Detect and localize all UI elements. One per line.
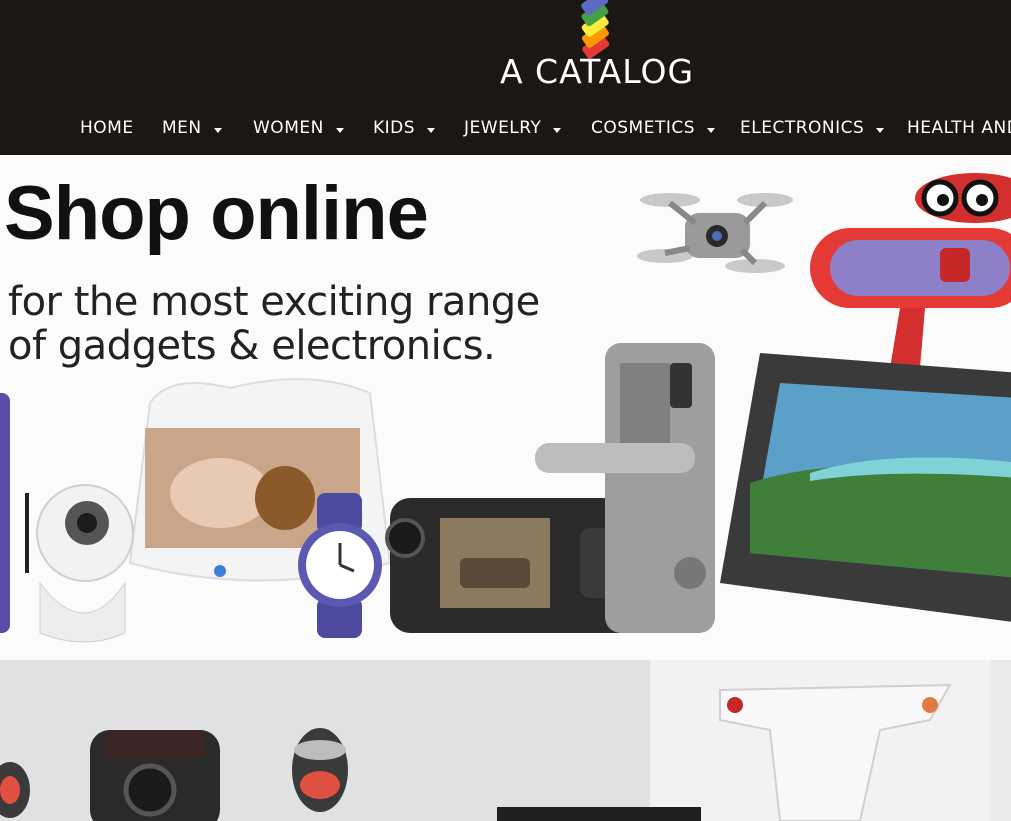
nav-electronics[interactable]: ELECTRONICS (740, 112, 885, 144)
main-nav: HOME MEN WOMEN KIDS JEWELRY COSMETICS EL… (0, 112, 1011, 146)
nav-label: ELECTRONICS (740, 118, 865, 138)
nav-label: MEN (162, 118, 202, 138)
nav-kids[interactable]: KIDS (373, 112, 436, 144)
site-header: A CATALOG HOME MEN WOMEN KIDS JEWELRY CO… (0, 0, 1011, 155)
caret-down-icon (427, 127, 436, 133)
nav-label: HOME (80, 118, 134, 138)
baby-camera-image (25, 484, 134, 643)
nav-label: JEWELRY (464, 118, 542, 138)
nav-label: HEALTH AND (907, 118, 1011, 138)
caret-down-icon (213, 127, 222, 133)
nav-label: COSMETICS (591, 118, 696, 138)
hero-title: Shop online (4, 171, 429, 256)
caret-down-icon (707, 127, 716, 133)
secondary-banner[interactable] (0, 660, 1011, 821)
device-edge-image (0, 393, 10, 633)
nav-label: KIDS (373, 118, 416, 138)
kids-watch-image (298, 493, 382, 638)
smart-lock-image (535, 343, 715, 633)
hero-subtitle: for the most exciting range of gadgets &… (8, 280, 540, 368)
caret-down-icon (553, 127, 562, 133)
nav-cosmetics[interactable]: COSMETICS (591, 112, 716, 144)
logo-text: A CATALOG (499, 52, 695, 91)
hero-subtitle-line-2: of gadgets & electronics. (8, 323, 496, 369)
drones-banner-image (0, 660, 990, 821)
caret-down-icon (335, 127, 344, 133)
mini-drone-image (637, 193, 793, 273)
tablet-image (720, 353, 1011, 622)
caret-down-icon (876, 127, 885, 133)
hero-subtitle-line-1: for the most exciting range (8, 279, 540, 325)
nav-label: WOMEN (253, 118, 324, 138)
nav-men[interactable]: MEN (162, 112, 222, 144)
nav-health[interactable]: HEALTH AND (907, 112, 1011, 144)
nav-home[interactable]: HOME (80, 112, 134, 144)
nav-jewelry[interactable]: JEWELRY (464, 112, 562, 144)
nav-women[interactable]: WOMEN (253, 112, 344, 144)
robot-speaker-image (810, 173, 1011, 368)
hero-banner[interactable]: Shop online for the most exciting range … (0, 158, 1011, 663)
site-logo[interactable]: A CATALOG (490, 0, 710, 100)
